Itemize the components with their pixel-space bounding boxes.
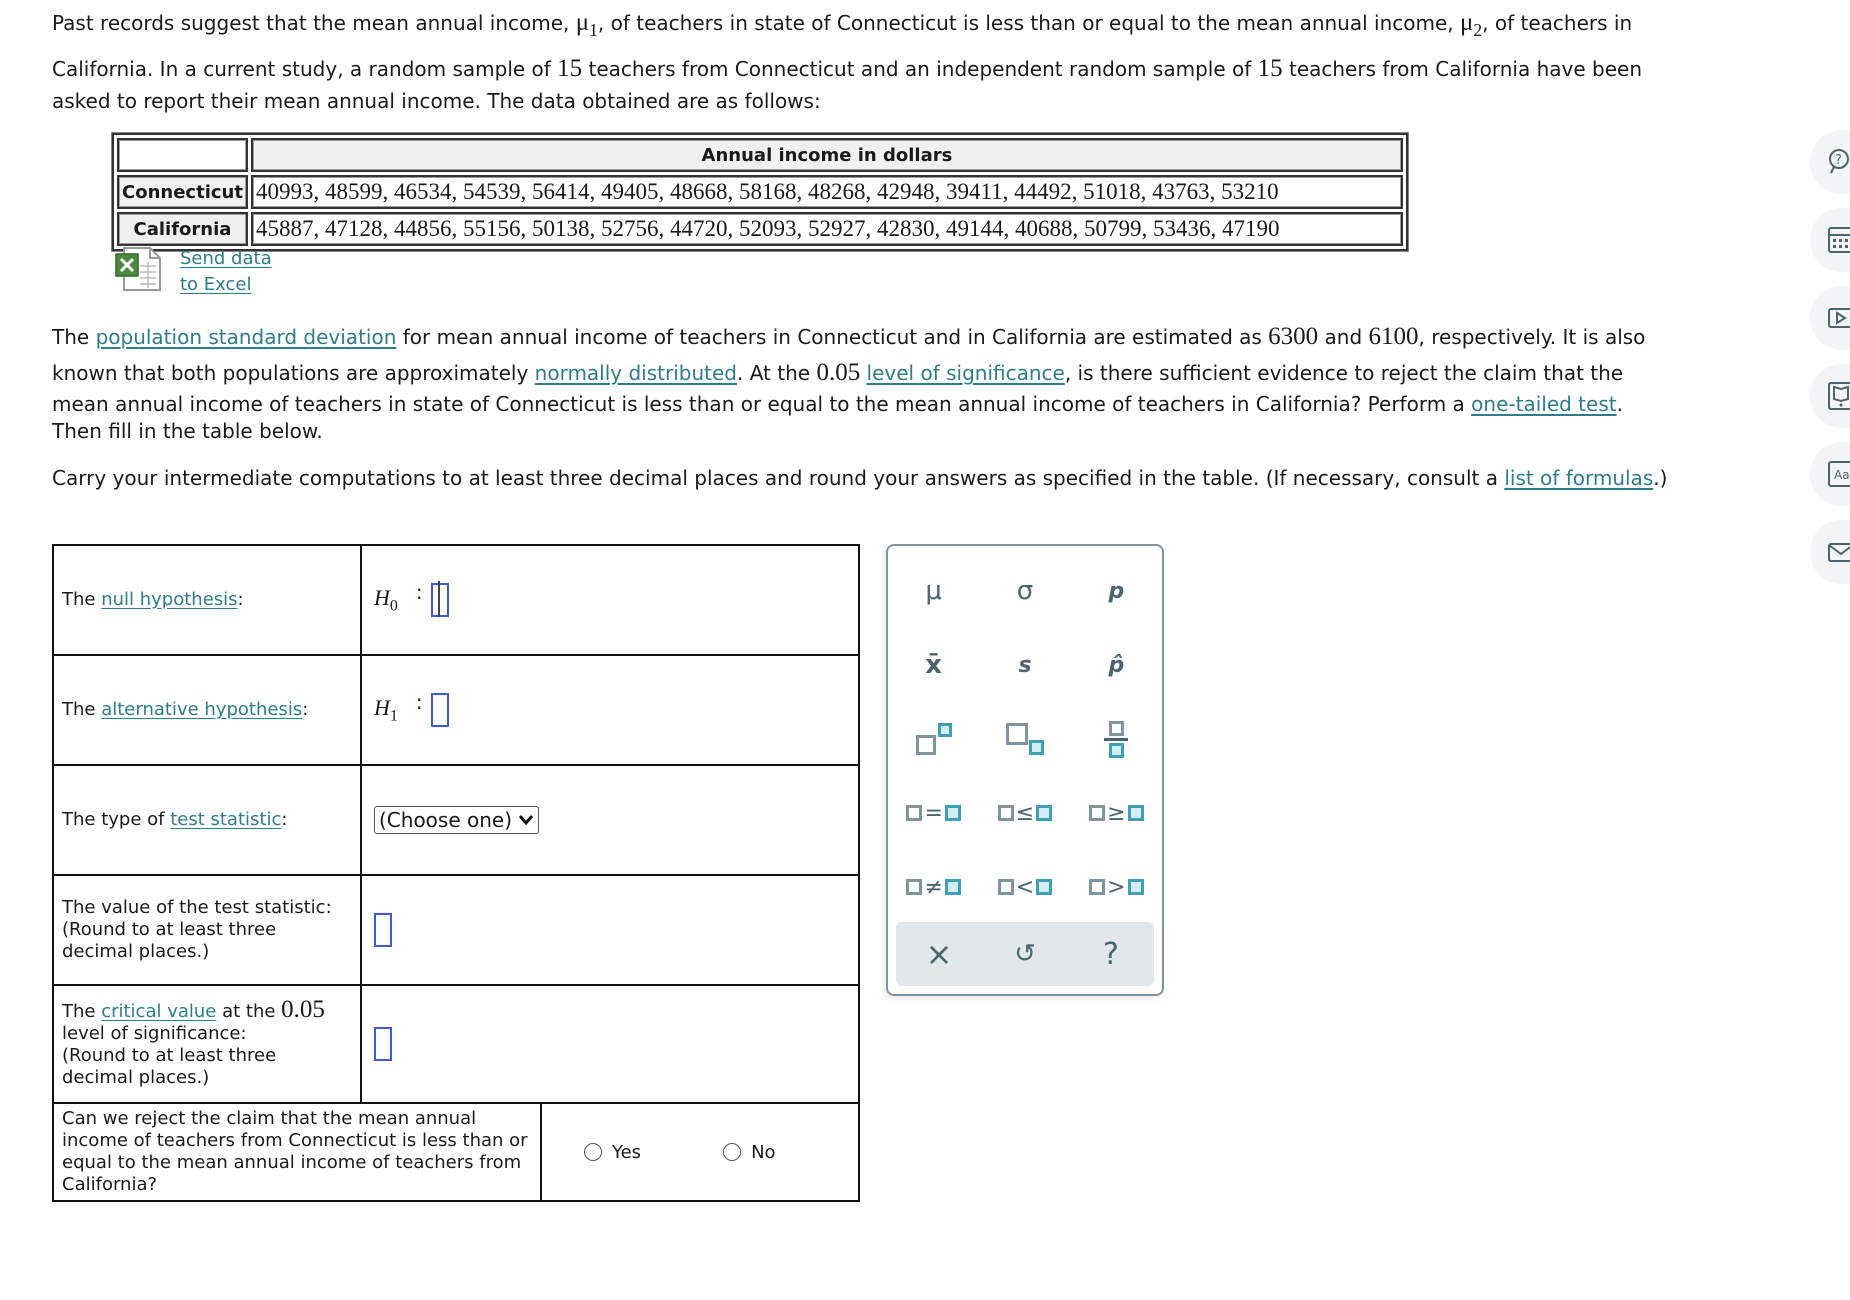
critical-value-row: The critical value at the 0.05 level of … xyxy=(54,984,858,1102)
x-bar-button[interactable]: x̄ xyxy=(888,628,979,702)
table-row: Connecticut 40993, 48599, 46534, 54539, … xyxy=(117,175,1403,209)
help-chat-button[interactable]: ? xyxy=(1810,130,1850,194)
carry-instructions: Carry your intermediate computations to … xyxy=(52,466,1668,490)
math-palette: μ σ p x̄ s p̂ = ≤ ≥ ≠ < > × ↺ ? xyxy=(886,544,1164,996)
undo-icon: ↺ xyxy=(1014,939,1036,969)
intro-line-1: Past records suggest that the mean annua… xyxy=(52,9,1633,41)
p-button[interactable]: p xyxy=(1071,554,1162,628)
p-hat-button[interactable]: p̂ xyxy=(1071,628,1162,702)
test-statistic-link[interactable]: test statistic xyxy=(170,809,281,830)
calculator-button[interactable] xyxy=(1810,208,1850,272)
undo-button[interactable]: ↺ xyxy=(982,922,1068,986)
row-label-connecticut: Connecticut xyxy=(117,175,248,209)
chevron-down-icon xyxy=(518,815,534,826)
no-radio[interactable]: No xyxy=(723,1142,776,1163)
alternative-hypothesis-input[interactable] xyxy=(430,693,449,727)
problem-line-4: Then fill in the table below. xyxy=(52,419,323,443)
n2-value: 15 xyxy=(1257,55,1283,82)
message-button[interactable] xyxy=(1810,520,1850,584)
yes-radio[interactable]: Yes xyxy=(584,1142,641,1163)
intro-line-2: California. In a current study, a random… xyxy=(52,55,1642,82)
one-tailed-test-link[interactable]: one-tailed test xyxy=(1471,392,1616,416)
close-icon: × xyxy=(925,935,953,973)
send-data-link[interactable]: Send data xyxy=(180,246,272,272)
excel-icon xyxy=(115,247,161,291)
normally-distributed-link[interactable]: normally distributed xyxy=(535,361,737,385)
to-excel-link[interactable]: to Excel xyxy=(180,272,272,298)
clear-button[interactable]: × xyxy=(896,922,982,986)
blank-header-cell xyxy=(117,138,248,172)
calculator-icon xyxy=(1828,227,1850,253)
mu1-symbol: μ1 xyxy=(575,9,598,41)
connecticut-values: 40993, 48599, 46534, 54539, 56414, 49405… xyxy=(250,175,1403,209)
reject-question: Can we reject the claim that the mean an… xyxy=(62,1108,528,1195)
table-row: California 45887, 47128, 44856, 55156, 5… xyxy=(117,212,1403,246)
problem-line-3: mean annual income of teachers in state … xyxy=(52,392,1623,416)
glossary-button[interactable]: Aa xyxy=(1810,442,1850,506)
mu-button[interactable]: μ xyxy=(888,554,979,628)
level-of-significance-link[interactable]: level of significance xyxy=(867,361,1065,385)
help-chat-icon: ? xyxy=(1829,149,1849,174)
population-sd-link[interactable]: population standard deviation xyxy=(96,325,397,349)
test-type-row: The type of test statistic: (Choose one) xyxy=(54,764,858,874)
test-type-select[interactable]: (Choose one) xyxy=(374,806,540,834)
less-than-button[interactable]: < xyxy=(979,850,1070,924)
greater-equal-button[interactable]: ≥ xyxy=(1071,776,1162,850)
ebook-icon xyxy=(1828,382,1850,410)
superscript-button[interactable] xyxy=(888,702,979,776)
critical-value-link[interactable]: critical value xyxy=(101,1001,216,1022)
glossary-icon: Aa xyxy=(1828,461,1850,487)
problem-line-1: The population standard deviation for me… xyxy=(52,323,1646,350)
palette-action-bar: × ↺ ? xyxy=(896,922,1154,986)
table-header-row: Annual income in dollars xyxy=(117,138,1403,172)
subscript-button[interactable] xyxy=(979,702,1070,776)
help-icon: ? xyxy=(1103,936,1119,972)
alternative-hypothesis-link[interactable]: alternative hypothesis xyxy=(101,699,302,720)
less-equal-button[interactable]: ≤ xyxy=(979,776,1070,850)
california-values: 45887, 47128, 44856, 55156, 50138, 52756… xyxy=(250,212,1403,246)
null-hypothesis-input[interactable] xyxy=(430,581,449,617)
video-button[interactable] xyxy=(1810,286,1850,350)
sigma-button[interactable]: σ xyxy=(979,554,1070,628)
list-of-formulas-link[interactable]: list of formulas xyxy=(1504,466,1653,490)
h1-symbol: H1 xyxy=(374,694,398,725)
alt-hypothesis-row: The alternative hypothesis: H1 : xyxy=(54,654,858,764)
fraction-button[interactable] xyxy=(1071,702,1162,776)
svg-text:Aa: Aa xyxy=(1834,468,1850,482)
h0-symbol: H0 xyxy=(374,584,398,615)
intro-line-3: asked to report their mean annual income… xyxy=(52,89,821,113)
income-header: Annual income in dollars xyxy=(250,138,1403,172)
income-data-table: Annual income in dollars Connecticut 409… xyxy=(111,132,1409,252)
test-value-row: The value of the test statistic: (Round … xyxy=(54,874,858,984)
n1-value: 15 xyxy=(557,55,583,82)
radio-circle[interactable] xyxy=(723,1143,742,1161)
critical-value-input[interactable] xyxy=(374,1027,392,1061)
mu2-symbol: μ2 xyxy=(1460,9,1483,41)
problem-line-2: known that both populations are approxim… xyxy=(52,359,1624,386)
not-equal-button[interactable]: ≠ xyxy=(888,850,979,924)
row-label-california: California xyxy=(117,212,248,246)
reject-claim-row: Can we reject the claim that the mean an… xyxy=(54,1102,858,1200)
video-icon xyxy=(1828,308,1850,328)
help-button[interactable]: ? xyxy=(1068,922,1154,986)
null-hypothesis-row: The null hypothesis: H0 : xyxy=(54,546,858,654)
s-button[interactable]: s xyxy=(979,628,1070,702)
null-hypothesis-link[interactable]: null hypothesis xyxy=(101,589,237,610)
radio-circle[interactable] xyxy=(584,1143,602,1161)
send-to-excel[interactable]: Send data to Excel xyxy=(114,246,272,298)
alpha-value: 0.05 xyxy=(816,359,861,386)
sd1-value: 6300 xyxy=(1268,323,1319,350)
ebook-button[interactable] xyxy=(1810,364,1850,428)
equals-button[interactable]: = xyxy=(888,776,979,850)
sd2-value: 6100 xyxy=(1368,323,1419,350)
message-icon xyxy=(1828,543,1850,562)
greater-than-button[interactable]: > xyxy=(1071,850,1162,924)
test-statistic-input[interactable] xyxy=(374,913,392,947)
answer-table: The null hypothesis: H0 : The alternativ… xyxy=(52,544,860,1202)
svg-text:?: ? xyxy=(1835,153,1842,168)
